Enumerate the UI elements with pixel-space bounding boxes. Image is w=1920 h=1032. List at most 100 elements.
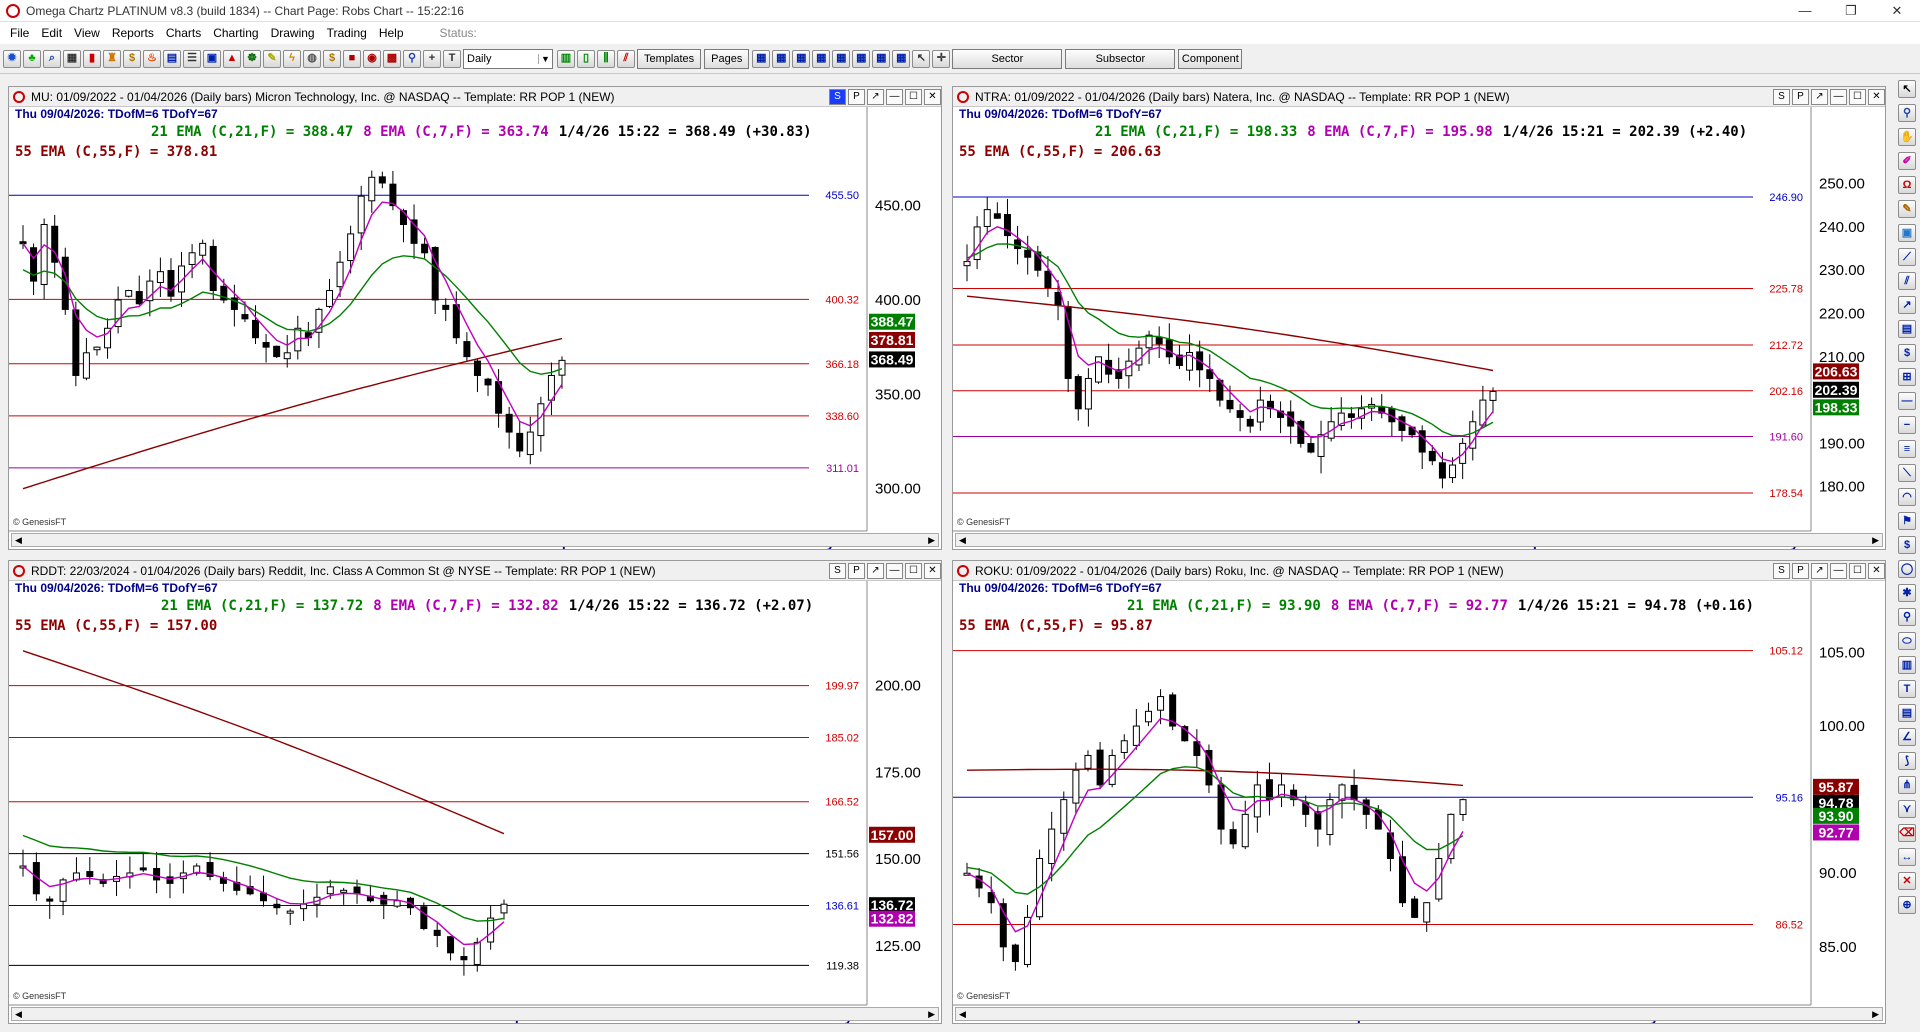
scroll-left-arrow-icon[interactable]: ◀ [959,535,966,546]
tool-arc-icon[interactable]: ◠ [1898,488,1916,506]
tool-pitch-icon[interactable]: ⋎ [1898,800,1916,818]
tool-bars-icon[interactable]: ▥ [1898,656,1916,674]
layout6-icon[interactable]: ▦ [852,49,871,68]
layout3-icon[interactable]: ▦ [792,49,811,68]
tool-minus-icon[interactable]: − [1898,416,1916,434]
tool-zigzag-icon[interactable]: ⟆ [1898,752,1916,770]
list-icon[interactable]: ☰ [183,49,201,68]
chart-panel-ntra[interactable]: NTRA: 01/09/2022 - 01/04/2026 (Daily bar… [952,86,1886,550]
candle-icon[interactable]: ▯ [577,49,595,68]
tool-brush-icon[interactable]: ⚲ [1898,608,1916,626]
popout-button[interactable]: ↗ [1811,562,1828,579]
tool-fib-icon[interactable]: ✐ [1898,152,1916,170]
chart-canvas[interactable]: 455.50 400.32 366.18 338.60 311.01 450.00 400.… [9,107,941,549]
money-bag-icon[interactable]: $ [323,49,341,68]
menu-reports[interactable]: Reports [106,26,160,40]
tool-text-icon[interactable]: T [1898,680,1916,698]
print-button[interactable]: P [1792,88,1809,105]
horizontal-scrollbar[interactable]: ◀ ▶ [11,1007,939,1021]
close-chart-button[interactable]: ✕ [1868,88,1885,105]
tool-dollar2-icon[interactable]: $ [1898,536,1916,554]
subsector-button[interactable]: Subsector [1065,48,1176,69]
tool-grid-icon[interactable]: ▤ [1898,320,1916,338]
robot-icon[interactable]: ☸ [243,49,261,68]
scroll-right-arrow-icon[interactable]: ▶ [928,1009,935,1020]
tool-circle-icon[interactable]: ◯ [1898,560,1916,578]
tool-diag-icon[interactable]: ⟍ [1898,464,1916,482]
grid-icon[interactable]: ▤ [163,49,181,68]
maximize-chart-button[interactable]: ☐ [905,562,922,579]
ohlc-icon[interactable]: ⫼ [597,49,615,68]
menu-charts[interactable]: Charts [160,26,207,40]
tool-trendline-icon[interactable]: ⟋ [1898,248,1916,266]
close-chart-button[interactable]: ✕ [924,562,941,579]
tool-star-icon[interactable]: ✱ [1898,584,1916,602]
tool-gann-icon[interactable]: ⊞ [1898,368,1916,386]
tool-ellipse-icon[interactable]: ⬭ [1898,632,1916,650]
chart-panel-roku[interactable]: ROKU: 01/09/2022 - 01/04/2026 (Daily bar… [952,560,1886,1024]
horizontal-scrollbar[interactable]: ◀ ▶ [11,533,939,547]
search-icon[interactable]: ⌕ [43,49,61,68]
templates-button[interactable]: Templates [637,48,702,69]
tool-stack-icon[interactable]: ≡ [1898,440,1916,458]
caret-icon[interactable]: + [423,49,441,68]
tool-omega-icon[interactable]: Ω [1898,176,1916,194]
scroll-left-arrow-icon[interactable]: ◀ [959,1009,966,1020]
stop-icon[interactable]: ■ [343,49,361,68]
tree-icon[interactable]: ♣ [23,49,41,68]
tool-measure-icon[interactable]: ↔ [1898,848,1916,866]
scroll-right-arrow-icon[interactable]: ▶ [1872,1009,1879,1020]
minimize-chart-button[interactable]: — [886,562,903,579]
tool-angle-icon[interactable]: ∠ [1898,728,1916,746]
sync-button[interactable]: S [1773,562,1790,579]
money-icon[interactable]: $ [123,49,141,68]
chart-panel-mu[interactable]: MU: 01/09/2022 - 01/04/2026 (Daily bars)… [8,86,942,550]
target-icon[interactable]: ◉ [363,49,381,68]
flame-icon[interactable]: ♨ [143,49,161,68]
sync-button[interactable]: S [1773,88,1790,105]
tool-flag-icon[interactable]: ⚑ [1898,512,1916,530]
tool-arrow-icon[interactable]: ↖ [1898,80,1916,98]
menu-edit[interactable]: Edit [35,26,68,40]
tool-delete-icon[interactable]: ✕ [1898,872,1916,890]
menu-view[interactable]: View [68,26,106,40]
zoom-icon[interactable]: ⚲ [403,49,421,68]
layout2-icon[interactable]: ▦ [772,49,791,68]
horizontal-scrollbar[interactable]: ◀ ▶ [955,533,1883,547]
line-chart-icon[interactable]: ⫽ [617,49,635,68]
menu-file[interactable]: File [4,26,35,40]
pen-icon[interactable]: ✎ [263,49,281,68]
restore-button[interactable]: ❐ [1828,3,1874,19]
tool-dollar-icon[interactable]: $ [1898,344,1916,362]
crosshair-icon[interactable]: ✛ [932,49,951,68]
portfolio-icon[interactable]: ♜ [103,49,121,68]
text-icon[interactable]: T [443,49,461,68]
maximize-chart-button[interactable]: ☐ [905,88,922,105]
chart-icon[interactable]: ▦ [63,49,81,68]
scroll-left-arrow-icon[interactable]: ◀ [15,535,22,546]
tool-image-icon[interactable]: ▣ [1898,224,1916,242]
horizontal-scrollbar[interactable]: ◀ ▶ [955,1007,1883,1021]
menu-charting[interactable]: Charting [207,26,264,40]
chart-canvas[interactable]: 199.97 185.02 166.52 151.56 136.61 119.38 200.… [9,581,941,1023]
layout4-icon[interactable]: ▦ [812,49,831,68]
layout-icon[interactable]: ▣ [203,49,221,68]
close-chart-button[interactable]: ✕ [1868,562,1885,579]
tool-hand-icon[interactable]: ✋ [1898,128,1916,146]
sync-button[interactable]: S [829,562,846,579]
minimize-chart-button[interactable]: — [1830,88,1847,105]
bars-icon[interactable]: ▮ [83,49,101,68]
layout7-icon[interactable]: ▦ [872,49,891,68]
tool-bar2-icon[interactable]: ▤ [1898,704,1916,722]
scroll-left-arrow-icon[interactable]: ◀ [15,1009,22,1020]
layout8-icon[interactable]: ▦ [892,49,911,68]
chart-panel-rddt[interactable]: RDDT: 22/03/2024 - 01/04/2026 (Daily bar… [8,560,942,1024]
tool-eraser-icon[interactable]: ⌫ [1898,824,1916,842]
tool-zoom-icon[interactable]: ⚲ [1898,104,1916,122]
pointer-icon[interactable]: ↖ [912,49,931,68]
component-button[interactable]: Component [1178,48,1243,69]
scroll-right-arrow-icon[interactable]: ▶ [928,535,935,546]
minimize-chart-button[interactable]: — [1830,562,1847,579]
maximize-chart-button[interactable]: ☐ [1849,88,1866,105]
menu-help[interactable]: Help [373,26,410,40]
